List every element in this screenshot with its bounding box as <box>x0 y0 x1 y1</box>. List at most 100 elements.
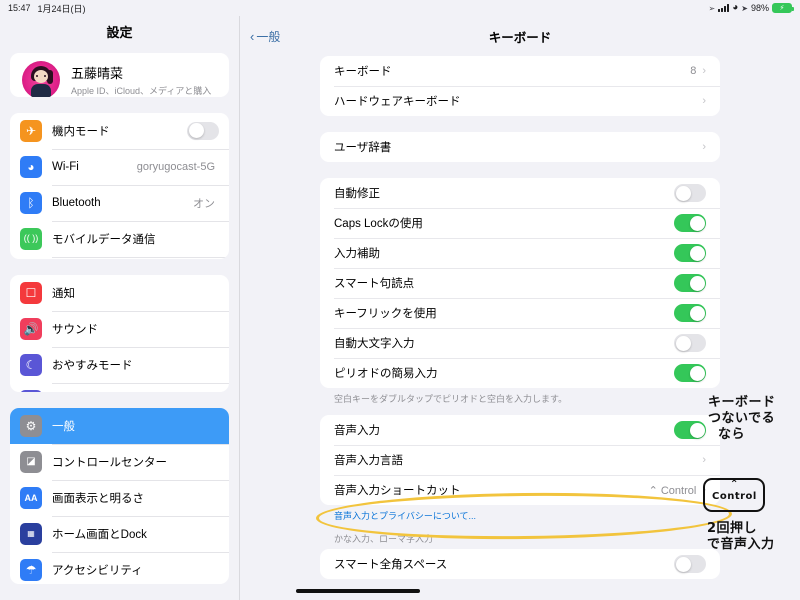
airplay-arrow-icon: ➤ <box>741 3 748 13</box>
sidebar-item-do-not-disturb[interactable]: ☾ おやすみモード <box>10 347 229 383</box>
cellular-signal-icon <box>718 4 730 12</box>
chevron-right-icon: › <box>702 141 706 153</box>
group-user-dictionary[interactable]: ユーザ辞書 › <box>320 132 720 162</box>
group-kana-input[interactable]: スマート全角スペース <box>320 549 720 579</box>
sidebar-item-label: ホーム画面とDock <box>52 529 147 542</box>
row-label: スマート句読点 <box>334 278 415 290</box>
auto-correction-toggle[interactable] <box>674 184 706 202</box>
status-date: 1月24日(日) <box>37 3 86 14</box>
notification-icon: ☐ <box>20 282 42 305</box>
sidebar-title: 設定 <box>106 25 133 40</box>
cellular-icon: (( )) <box>20 227 42 250</box>
speaker-icon: 🔊 <box>20 318 42 341</box>
back-button[interactable]: ‹ 一般 <box>250 28 280 45</box>
group-typing-options[interactable]: 自動修正 Caps Lockの使用 入力補助 スマート句読点 キーフリックを使用… <box>320 178 720 388</box>
row-auto-correction[interactable]: 自動修正 <box>320 178 720 208</box>
gear-icon: ⚙ <box>20 415 42 438</box>
caps-lock-toggle[interactable] <box>674 214 706 232</box>
sidebar-group-system[interactable]: ☐ 通知 🔊 サウンド ☾ おやすみモード ⌛ スクリーンタイム <box>10 275 229 393</box>
row-dictation[interactable]: 音声入力 <box>320 415 720 445</box>
period-shortcut-footnote: 空白キーをダブルタップでピリオドと空白を入力します。 <box>334 394 568 404</box>
wifi-icon: ◕ <box>732 2 739 13</box>
row-auto-capitalization[interactable]: 自動大文字入力 <box>320 328 720 358</box>
home-screen-icon: ▦ <box>20 523 42 546</box>
row-caps-lock[interactable]: Caps Lockの使用 <box>320 208 720 238</box>
row-label: ハードウェアキーボード <box>334 96 461 108</box>
row-keyboards[interactable]: キーボード 8 › <box>320 56 720 86</box>
row-label: ユーザ辞書 <box>334 142 392 154</box>
sidebar-item-accessibility[interactable]: ☂ アクセシビリティ <box>10 552 229 584</box>
sidebar-group-general[interactable]: ⚙ 一般 ◪ コントロールセンター AA 画面表示と明るさ ▦ ホーム画面とDo… <box>10 408 229 584</box>
sidebar-item-sounds[interactable]: 🔊 サウンド <box>10 311 229 347</box>
row-period-shortcut[interactable]: ピリオドの簡易入力 <box>320 358 720 388</box>
row-label: ピリオドの簡易入力 <box>334 368 438 380</box>
sidebar-item-wifi[interactable]: ◕ Wi-Fi goryugocast-5G <box>10 148 229 185</box>
row-dictation-shortcut[interactable]: 音声入力ショートカット ⌃ Control › <box>320 475 720 505</box>
row-label: 自動大文字入力 <box>334 338 415 350</box>
chevron-right-icon: › <box>702 484 706 496</box>
status-bar: 15:47 1月24日(日) ➢ ◕ ➤ 98% ⚡ <box>0 0 800 16</box>
sidebar-item-airplane-mode[interactable]: ✈ 機内モード <box>10 113 229 149</box>
chevron-right-icon: › <box>702 454 706 466</box>
sidebar-item-label: おやすみモード <box>52 360 133 373</box>
sidebar-item-cellular[interactable]: (( )) モバイルデータ通信 <box>10 220 229 257</box>
sidebar-item-label: アクセシビリティ <box>52 565 143 578</box>
settings-sidebar[interactable]: 設定 五藤晴菜 Apple ID、iCloud、メディアと購入 ✈ 機内モード … <box>0 16 240 600</box>
chevron-right-icon: › <box>702 65 706 77</box>
row-dictation-languages[interactable]: 音声入力言語 › <box>320 445 720 475</box>
sidebar-item-bluetooth[interactable]: ᛒ Bluetooth オン <box>10 184 229 221</box>
sidebar-item-notifications[interactable]: ☐ 通知 <box>10 275 229 311</box>
sidebar-item-hotspot[interactable]: ⦻ インターネット共有 オフ <box>10 256 229 259</box>
sidebar-item-label: 画面表示と明るさ <box>52 493 144 506</box>
sidebar-item-label: サウンド <box>52 324 98 337</box>
row-hardware-keyboard[interactable]: ハードウェアキーボード › <box>320 86 720 116</box>
moon-icon: ☾ <box>20 354 42 377</box>
row-label: キーボード <box>334 66 392 78</box>
sidebar-item-display-brightness[interactable]: AA 画面表示と明るさ <box>10 480 229 516</box>
apple-id-row[interactable]: 五藤晴菜 Apple ID、iCloud、メディアと購入 <box>10 53 229 97</box>
smart-fullwidth-space-toggle[interactable] <box>674 555 706 573</box>
sidebar-item-control-center[interactable]: ◪ コントロールセンター <box>10 444 229 480</box>
battery-percent: 98% <box>750 3 769 13</box>
dictation-toggle[interactable] <box>674 421 706 439</box>
sidebar-item-label: Wi-Fi <box>52 160 79 173</box>
ipad-settings-screen: 15:47 1月24日(日) ➢ ◕ ➤ 98% ⚡ 設定 五藤晴菜 Apple… <box>0 0 800 600</box>
group-dictation[interactable]: 音声入力 音声入力言語 › 音声入力ショートカット ⌃ Control › <box>320 415 720 505</box>
profile-name: 五藤晴菜 <box>71 66 124 81</box>
settings-list: キーボード 8 › ハードウェアキーボード › ユーザ辞書 › 自動修正 Cap… <box>240 56 800 600</box>
row-smart-punctuation[interactable]: スマート句読点 <box>320 268 720 298</box>
predictive-toggle[interactable] <box>674 244 706 262</box>
chevron-right-icon: › <box>702 95 706 107</box>
location-arrow-icon: ➢ <box>708 3 716 13</box>
profile-card[interactable]: 五藤晴菜 Apple ID、iCloud、メディアと購入 <box>10 53 229 97</box>
row-smart-fullwidth-space[interactable]: スマート全角スペース <box>320 549 720 579</box>
row-label: 自動修正 <box>334 188 380 200</box>
sidebar-item-home-screen-dock[interactable]: ▦ ホーム画面とDock <box>10 516 229 552</box>
smart-punctuation-toggle[interactable] <box>674 274 706 292</box>
row-label: キーフリックを使用 <box>334 308 437 320</box>
group-keyboards[interactable]: キーボード 8 › ハードウェアキーボード › <box>320 56 720 116</box>
row-predictive[interactable]: 入力補助 <box>320 238 720 268</box>
status-time: 15:47 <box>8 3 31 13</box>
bluetooth-icon: ᛒ <box>20 191 42 214</box>
sidebar-item-label: コントロールセンター <box>52 457 167 470</box>
row-key-flick[interactable]: キーフリックを使用 <box>320 298 720 328</box>
airplane-mode-toggle[interactable] <box>187 121 219 140</box>
period-shortcut-toggle[interactable] <box>674 364 706 382</box>
profile-subtitle: Apple ID、iCloud、メディアと購入 <box>71 86 212 96</box>
battery-charging-icon: ⚡ <box>772 3 794 13</box>
key-flick-toggle[interactable] <box>674 304 706 322</box>
row-user-dictionary[interactable]: ユーザ辞書 › <box>320 132 720 162</box>
dictation-privacy-link[interactable]: 音声入力とプライバシーについて... <box>320 505 720 522</box>
sidebar-group-connectivity[interactable]: ✈ 機内モード ◕ Wi-Fi goryugocast-5G ᛒ Bluetoo… <box>10 112 229 260</box>
sidebar-item-general[interactable]: ⚙ 一般 <box>10 408 229 445</box>
dictation-shortcut-value: ⌃ Control <box>648 484 697 497</box>
back-button-label: 一般 <box>256 29 281 44</box>
sidebar-item-screen-time[interactable]: ⌛ スクリーンタイム <box>10 383 229 393</box>
sidebar-item-label: 通知 <box>52 288 75 301</box>
row-label: 音声入力ショートカット <box>334 485 461 497</box>
auto-capitalization-toggle[interactable] <box>674 334 706 352</box>
